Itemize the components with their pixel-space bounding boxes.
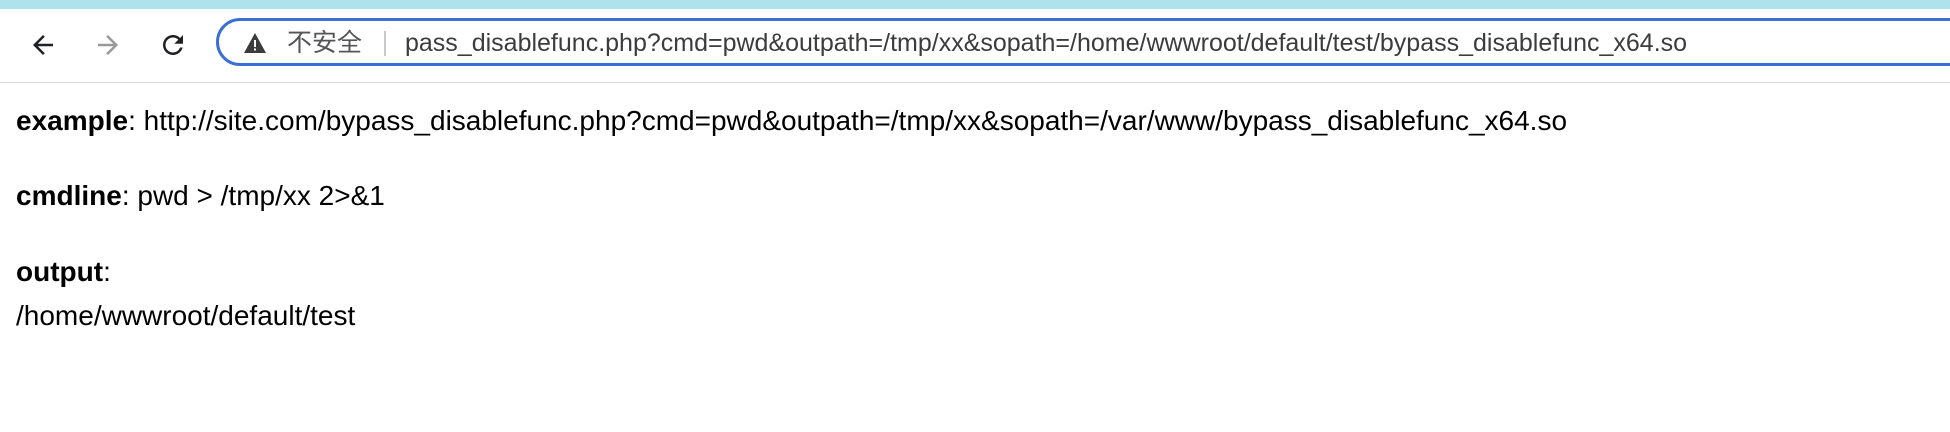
reload-icon	[158, 30, 188, 60]
browser-toolbar: 不安全 pass_disablefunc.php?cmd=pwd&outpath…	[0, 9, 1950, 83]
example-separator: :	[128, 105, 136, 136]
address-bar[interactable]: 不安全 pass_disablefunc.php?cmd=pwd&outpath…	[216, 18, 1950, 66]
output-value: /home/wwwroot/default/test	[16, 300, 356, 331]
security-status-label[interactable]: 不安全	[287, 28, 362, 58]
address-bar-divider	[384, 31, 386, 56]
output-line: output:	[16, 255, 111, 289]
reload-button[interactable]	[153, 25, 193, 65]
output-label: output	[16, 256, 104, 287]
cmdline-label: cmdline	[16, 180, 122, 211]
forward-button[interactable]	[88, 25, 128, 65]
cmdline-line: cmdline: pwd > /tmp/xx 2>&1	[16, 179, 385, 213]
example-label: example	[16, 105, 129, 136]
cmdline-value: pwd > /tmp/xx 2>&1	[129, 180, 385, 211]
cmdline-separator: :	[121, 180, 130, 211]
example-line: example: http://site.com/bypass_disablef…	[16, 104, 1567, 138]
window-top-strip	[0, 0, 1950, 9]
output-separator: :	[103, 256, 111, 287]
forward-arrow-icon	[93, 30, 123, 60]
back-arrow-icon	[28, 30, 58, 60]
back-button[interactable]	[23, 25, 63, 65]
example-value: http://site.com/bypass_disablefunc.php?c…	[135, 105, 1568, 136]
warning-triangle-icon[interactable]	[243, 32, 267, 54]
url-text[interactable]: pass_disablefunc.php?cmd=pwd&outpath=/tm…	[405, 28, 1687, 58]
